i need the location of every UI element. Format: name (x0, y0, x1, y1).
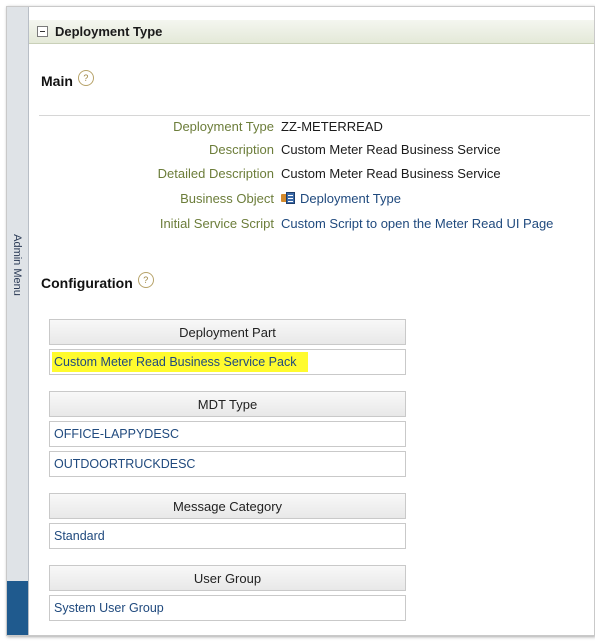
configuration-heading: Configuration ? (41, 272, 154, 291)
column-header: User Group (49, 565, 406, 591)
business-object-link[interactable]: Deployment Type (281, 191, 401, 206)
help-icon[interactable]: ? (77, 70, 94, 86)
initial-service-script-link[interactable]: Custom Script to open the Meter Read UI … (281, 216, 553, 231)
help-icon[interactable]: ? (137, 272, 154, 288)
column-header: MDT Type (49, 391, 406, 417)
table-row[interactable]: Standard (49, 523, 406, 549)
admin-menu-strip[interactable]: Admin Menu (7, 7, 29, 635)
table-row[interactable]: OFFICE-LAPPYDESC (49, 421, 406, 447)
message-category-table: Message Category Standard (49, 493, 406, 549)
user-group-table: User Group System User Group (49, 565, 406, 621)
deployment-type-window: Admin Menu Deployment Type Main ? Deploy… (6, 6, 595, 636)
highlighted-row-text[interactable]: Custom Meter Read Business Service Pack (52, 352, 309, 372)
main-heading: Main ? (41, 70, 94, 89)
column-header: Deployment Part (49, 319, 406, 345)
field-description: Description Custom Meter Read Business S… (29, 140, 594, 158)
admin-menu-accent-bar (7, 581, 28, 635)
business-object-icon (281, 191, 295, 204)
column-header: Message Category (49, 493, 406, 519)
section-title: Deployment Type (55, 24, 163, 39)
field-label: Detailed Description (157, 165, 274, 181)
field-label: Initial Service Script (159, 215, 274, 231)
field-deployment-type: Deployment Type ZZ-METERREAD (29, 117, 594, 135)
field-label: Business Object (180, 190, 274, 206)
field-detailed-description: Detailed Description Custom Meter Read B… (29, 164, 594, 182)
admin-menu-label[interactable]: Admin Menu (9, 225, 25, 305)
table-row[interactable]: System User Group (49, 595, 406, 621)
table-row[interactable]: Custom Meter Read Business Service Pack (49, 349, 406, 375)
section-header: Deployment Type (29, 20, 594, 44)
field-value: Custom Meter Read Business Service (281, 165, 501, 181)
field-value: Custom Meter Read Business Service (281, 141, 501, 157)
table-row[interactable]: OUTDOORTRUCKDESC (49, 451, 406, 477)
mdt-type-table: MDT Type OFFICE-LAPPYDESC OUTDOORTRUCKDE… (49, 391, 406, 477)
content-area: Deployment Type Main ? Deployment Type Z… (29, 7, 594, 635)
field-initial-service-script: Initial Service Script Custom Script to … (29, 214, 594, 232)
field-label: Deployment Type (173, 118, 274, 134)
field-business-object: Business Object Deployment Type (29, 189, 594, 207)
field-label: Description (208, 141, 274, 157)
divider (39, 115, 590, 116)
field-value: ZZ-METERREAD (281, 118, 383, 134)
deployment-part-table: Deployment Part Custom Meter Read Busine… (49, 319, 406, 375)
collapse-icon[interactable] (37, 26, 48, 37)
